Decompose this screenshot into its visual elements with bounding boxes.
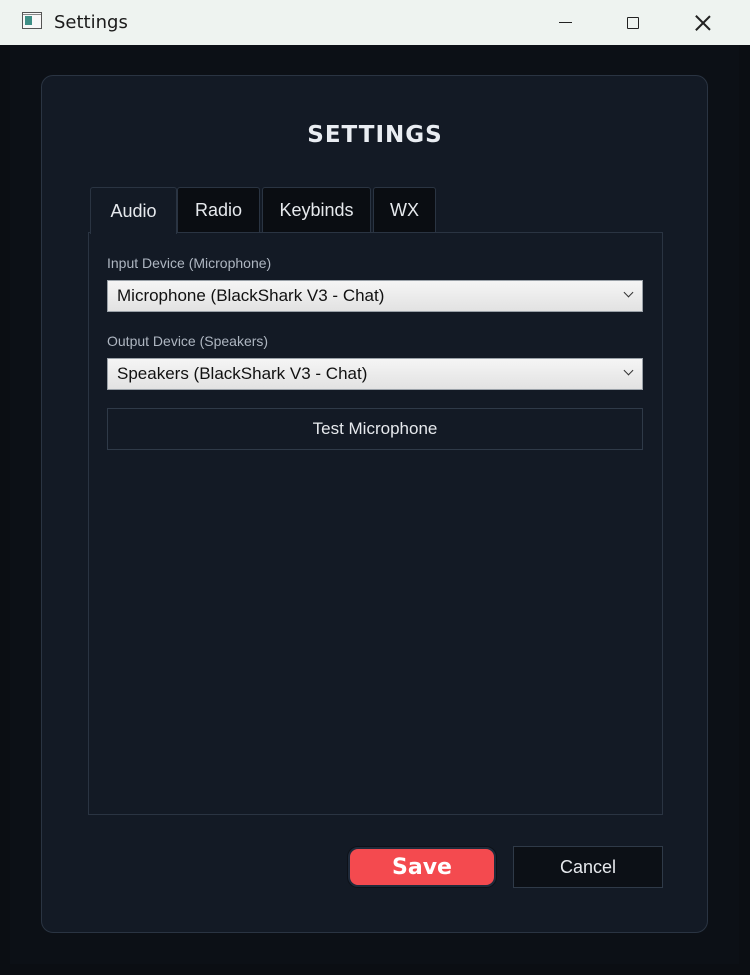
minimize-button[interactable] (530, 0, 600, 45)
maximize-icon (627, 16, 639, 29)
page-title: SETTINGS (307, 122, 443, 148)
app-window-icon (22, 12, 42, 29)
output-device-select[interactable]: Speakers (BlackShark V3 - Chat) (107, 358, 643, 390)
output-device-label: Output Device (Speakers) (107, 333, 269, 349)
test-microphone-button[interactable]: Test Microphone (107, 408, 643, 450)
window-title: Settings (54, 12, 128, 33)
save-button[interactable]: Save (348, 847, 496, 887)
minimize-icon (558, 21, 572, 24)
close-icon (695, 15, 711, 31)
tab-audio[interactable]: Audio (90, 187, 177, 234)
maximize-button[interactable] (598, 0, 668, 45)
input-device-label: Input Device (Microphone) (107, 255, 272, 271)
input-device-value: Microphone (BlackShark V3 - Chat) (117, 286, 385, 305)
cancel-button[interactable]: Cancel (513, 846, 663, 888)
audio-tab-panel (88, 232, 663, 815)
close-button[interactable] (668, 0, 738, 45)
input-device-select[interactable]: Microphone (BlackShark V3 - Chat) (107, 280, 643, 312)
output-device-value: Speakers (BlackShark V3 - Chat) (117, 364, 368, 383)
tab-keybinds[interactable]: Keybinds (262, 187, 371, 233)
tab-radio[interactable]: Radio (177, 187, 260, 233)
title-bar: Settings (0, 0, 750, 45)
tab-wx[interactable]: WX (373, 187, 436, 233)
chevron-down-icon (623, 365, 634, 376)
chevron-down-icon (623, 287, 634, 298)
